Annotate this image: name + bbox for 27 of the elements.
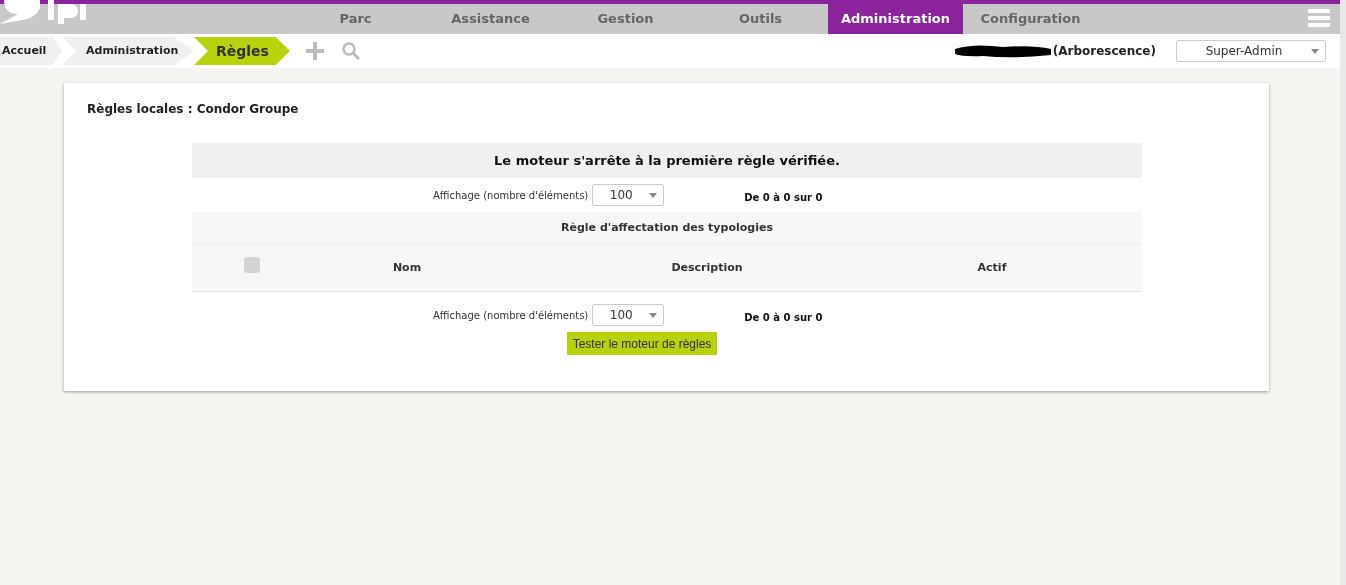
search-icon[interactable] [342,42,360,60]
page-size-label: Affichage (nombre d'éléments) [433,308,589,323]
select-all-checkbox[interactable] [244,257,260,273]
breadcrumb-item[interactable]: Accueil [0,37,62,65]
add-icon[interactable] [306,42,324,60]
pagination-count: De 0 à 0 sur 0 [744,310,823,325]
page-size-label: Affichage (nombre d'éléments) [433,188,589,203]
notice-text: Le moteur s'arrête à la première règle vérifiée. [494,151,840,170]
column-header[interactable]: Nom [392,259,422,277]
page-size-select[interactable]: 100 [592,184,665,206]
column-header[interactable]: Description [671,259,743,277]
pagination-count: De 0 à 0 sur 0 [744,190,823,205]
column-header[interactable]: Actif [977,259,1007,277]
caret-icon [649,312,658,318]
logo-icon[interactable] [0,0,88,26]
caret-icon [649,192,658,198]
entity-label: (Arborescence) [1052,43,1156,60]
page-size-select[interactable]: 100 [592,304,665,326]
test-rules-button[interactable]: Tester le moteur de règles [566,332,718,355]
profile-select[interactable]: Super-Admin [1176,40,1326,62]
panel-title: Règles locales : Condor Groupe [87,101,299,118]
breadcrumb-item[interactable]: Règles [194,37,290,65]
menu-icon[interactable] [1308,9,1330,27]
breadcrumb-item[interactable]: Administration [62,37,194,65]
nav-tab[interactable]: Administration [828,4,963,34]
table-caption: Règle d'affectation des typologies [561,219,773,236]
caret-icon [1311,48,1319,54]
